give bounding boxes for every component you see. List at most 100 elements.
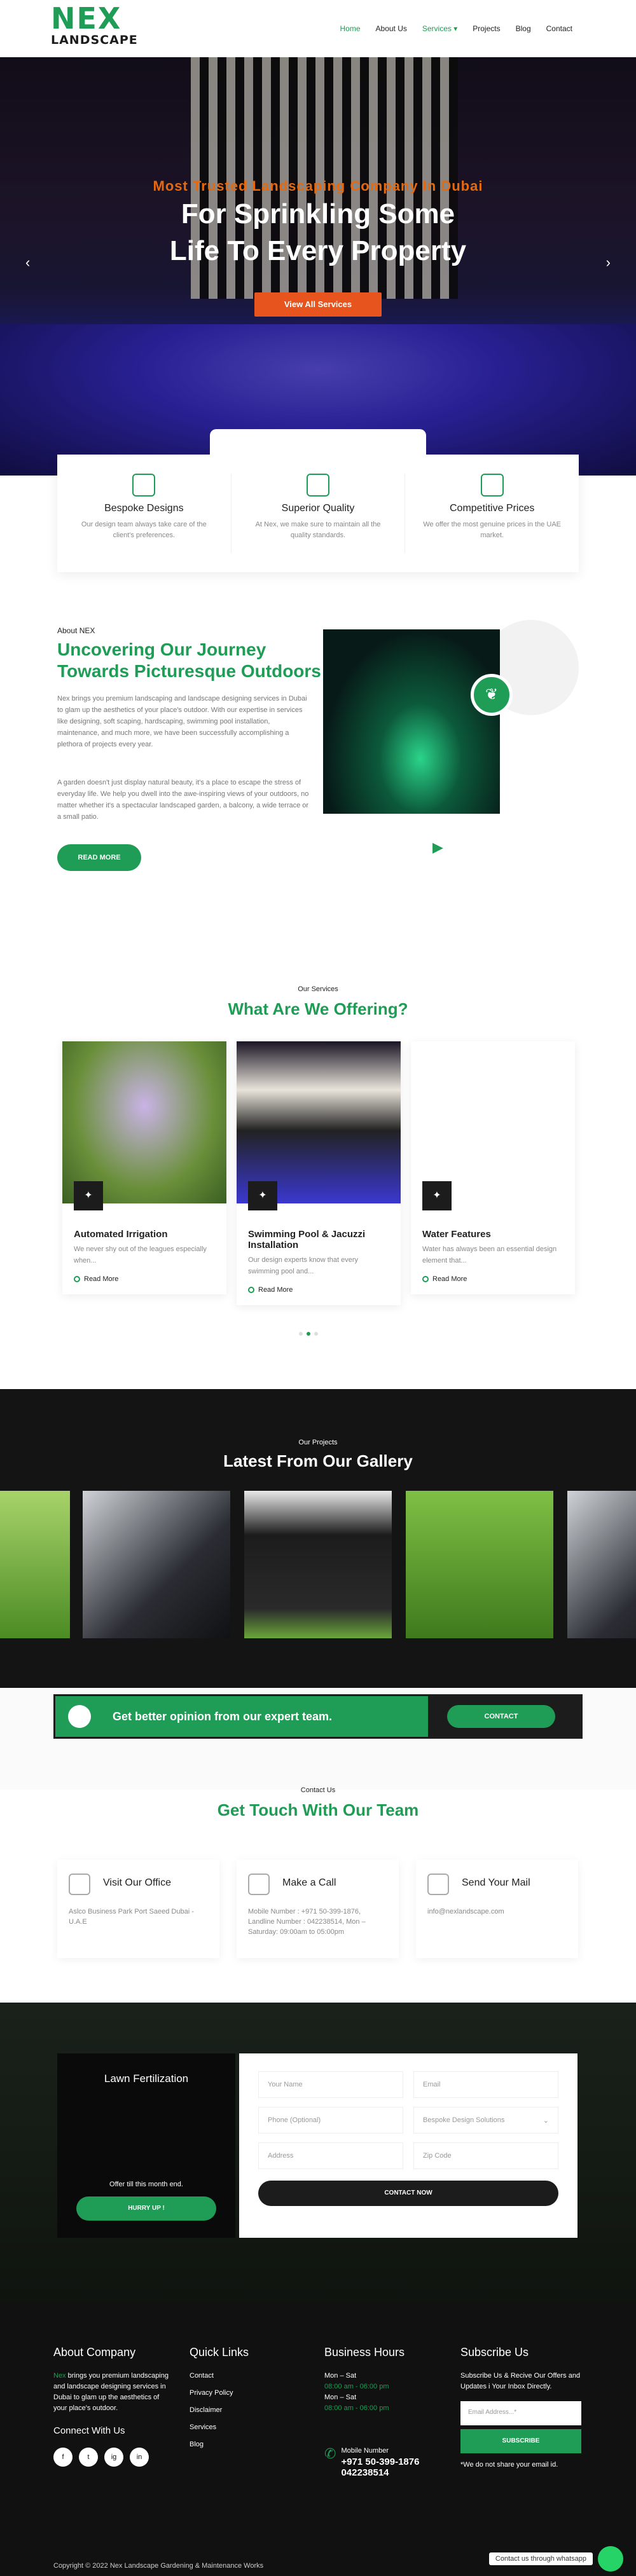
read-more-label: Read More	[84, 1275, 119, 1283]
contact-card-title: Send Your Mail	[462, 1877, 530, 1888]
read-more-link[interactable]: Read More	[422, 1275, 563, 1283]
contact-card-office: Visit Our Office Aslco Business Park Por…	[57, 1860, 219, 1958]
feature-tab	[210, 429, 426, 455]
hours-time: 08:00 am - 06:00 pm	[324, 2383, 389, 2390]
contact-card-text: Aslco Business Park Port Saeed Dubai - U…	[69, 1908, 194, 1926]
name-input[interactable]: Your Name	[258, 2071, 403, 2098]
service-image	[411, 1041, 575, 1203]
nav-services[interactable]: Services ▾	[422, 24, 457, 33]
instagram-icon[interactable]: ig	[104, 2448, 123, 2467]
feature-card: Competitive Prices We offer the most gen…	[405, 474, 579, 553]
twitter-icon[interactable]: t	[79, 2448, 98, 2467]
landline-number: 042238514	[341, 2467, 389, 2478]
phone-icon	[248, 1874, 270, 1895]
service-card[interactable]: ✦ Automated Irrigation We never shy out …	[62, 1041, 226, 1294]
gallery-image[interactable]	[406, 1491, 553, 1638]
design-icon	[132, 474, 156, 497]
contact-card-text[interactable]: info@nexlandscape.com	[427, 1907, 567, 1917]
slider-next-icon[interactable]: ›	[606, 254, 611, 271]
contact-card-title: Make a Call	[282, 1877, 336, 1888]
footer-link[interactable]: Contact	[190, 2371, 249, 2381]
read-more-label: Read More	[432, 1275, 467, 1283]
water-feature-icon: ✦	[422, 1181, 452, 1210]
address-input[interactable]: Address	[258, 2142, 403, 2169]
service-select-value: Bespoke Design Solutions	[423, 2116, 505, 2124]
read-more-link[interactable]: Read More	[74, 1275, 215, 1283]
gallery-image[interactable]	[0, 1491, 70, 1638]
hero-title-line2: Life To Every Property	[169, 235, 467, 266]
nav-home[interactable]: Home	[340, 24, 361, 33]
nav-contact[interactable]: Contact	[546, 24, 572, 33]
footer-link[interactable]: Blog	[190, 2439, 249, 2450]
feature-cards: Bespoke Designs Our design team always t…	[57, 429, 579, 572]
zip-input[interactable]: Zip Code	[413, 2142, 558, 2169]
nav-projects[interactable]: Projects	[473, 24, 500, 33]
footer-subscribe-title: Subscribe Us	[460, 2346, 529, 2359]
phone-input[interactable]: Phone (Optional)	[258, 2107, 403, 2134]
irrigation-icon: ✦	[74, 1181, 103, 1210]
footer-hours: Business Hours Mon – Sat 08:00 am - 06:0…	[324, 2346, 419, 2478]
subscribe-email-input[interactable]: Email Address...*	[460, 2401, 581, 2425]
nav-blog[interactable]: Blog	[516, 24, 531, 33]
service-desc: Water has always been an essential desig…	[422, 1245, 557, 1264]
service-card[interactable]: ✦ Swimming Pool & Jacuzzi Installation O…	[237, 1041, 401, 1305]
hurry-up-button[interactable]: HURRY UP !	[76, 2196, 216, 2221]
service-desc: Our design experts know that every swimm…	[248, 1256, 359, 1275]
main-nav: Home About Us Services ▾ Projects Blog C…	[340, 24, 573, 33]
slider-prev-icon[interactable]: ‹	[25, 254, 30, 271]
contact-now-button[interactable]: CONTACT NOW	[258, 2181, 558, 2206]
carousel-dot[interactable]	[314, 1332, 318, 1336]
carousel-dot[interactable]	[299, 1332, 303, 1336]
email-input[interactable]: Email	[413, 2071, 558, 2098]
play-icon[interactable]: ▶	[432, 839, 443, 856]
hero-title-line1: For Sprinkling Some	[181, 198, 455, 230]
linkedin-icon[interactable]: in	[130, 2448, 149, 2467]
contact-button[interactable]: CONTACT	[447, 1705, 555, 1728]
whatsapp-widget[interactable]: Contact us through whatsapp	[488, 2546, 623, 2572]
footer-link[interactable]: Disclaimer	[190, 2405, 249, 2416]
service-image	[62, 1041, 226, 1203]
gallery-kicker: Our Projects	[298, 1439, 338, 1446]
footer-link[interactable]: Privacy Policy	[190, 2388, 249, 2399]
contact-form: Your Name Email Phone (Optional) Bespoke…	[239, 2053, 577, 2238]
hero-title: For Sprinkling Some Life To Every Proper…	[0, 196, 636, 270]
feature-card: Bespoke Designs Our design team always t…	[57, 474, 232, 553]
gallery-title: Latest From Our Gallery	[223, 1451, 413, 1470]
gallery-image[interactable]	[83, 1491, 230, 1638]
gallery-image[interactable]	[567, 1491, 636, 1638]
site-footer: About Company Nex brings you premium lan…	[0, 2301, 636, 2576]
gardener-icon	[68, 1705, 91, 1728]
pool-icon: ✦	[248, 1181, 277, 1210]
footer-about-body: brings you premium landscaping and lands…	[53, 2372, 169, 2412]
facebook-icon[interactable]: f	[53, 2448, 73, 2467]
feature-title: Bespoke Designs	[104, 503, 184, 514]
view-services-button[interactable]: View All Services	[254, 292, 382, 317]
contact-card-mail: Send Your Mail info@nexlandscape.com	[416, 1860, 578, 1958]
service-card[interactable]: ✦ Water Features Water has always been a…	[411, 1041, 575, 1294]
contact-card-title: Visit Our Office	[103, 1877, 171, 1888]
gallery-image[interactable]	[244, 1491, 392, 1638]
service-image	[237, 1041, 401, 1203]
footer-about-title: About Company	[53, 2346, 136, 2359]
contact-title: Get Touch With Our Team	[217, 1800, 419, 1819]
contact-kicker: Contact Us	[300, 1786, 336, 1794]
services-kicker: Our Services	[298, 985, 338, 993]
footer-links-title: Quick Links	[190, 2346, 249, 2359]
service-select[interactable]: Bespoke Design Solutions ⌄	[413, 2107, 558, 2134]
footer-phone[interactable]: ✆ Mobile Number +971 50-399-1876 0422385…	[324, 2446, 419, 2478]
site-logo[interactable]: NEX LANDSCAPE	[51, 4, 153, 53]
subscribe-note: *We do not share your email id.	[460, 2461, 558, 2469]
read-more-link[interactable]: Read More	[248, 1286, 389, 1294]
footer-link[interactable]: Services	[190, 2422, 249, 2433]
nav-about[interactable]: About Us	[376, 24, 407, 33]
read-more-button[interactable]: READ MORE	[57, 844, 141, 871]
whatsapp-icon	[598, 2546, 623, 2572]
footer-brand: Nex	[53, 2372, 66, 2380]
quality-icon	[307, 474, 329, 497]
circle-check-icon	[248, 1287, 254, 1294]
circle-check-icon	[74, 1276, 80, 1283]
carousel-dot[interactable]	[307, 1332, 310, 1336]
contact-card-text[interactable]: Mobile Number : +971 50-399-1876, Landli…	[248, 1907, 387, 1937]
service-title: Swimming Pool & Jacuzzi Installation	[248, 1229, 366, 1250]
subscribe-button[interactable]: SUBSCRIBE	[460, 2429, 581, 2453]
